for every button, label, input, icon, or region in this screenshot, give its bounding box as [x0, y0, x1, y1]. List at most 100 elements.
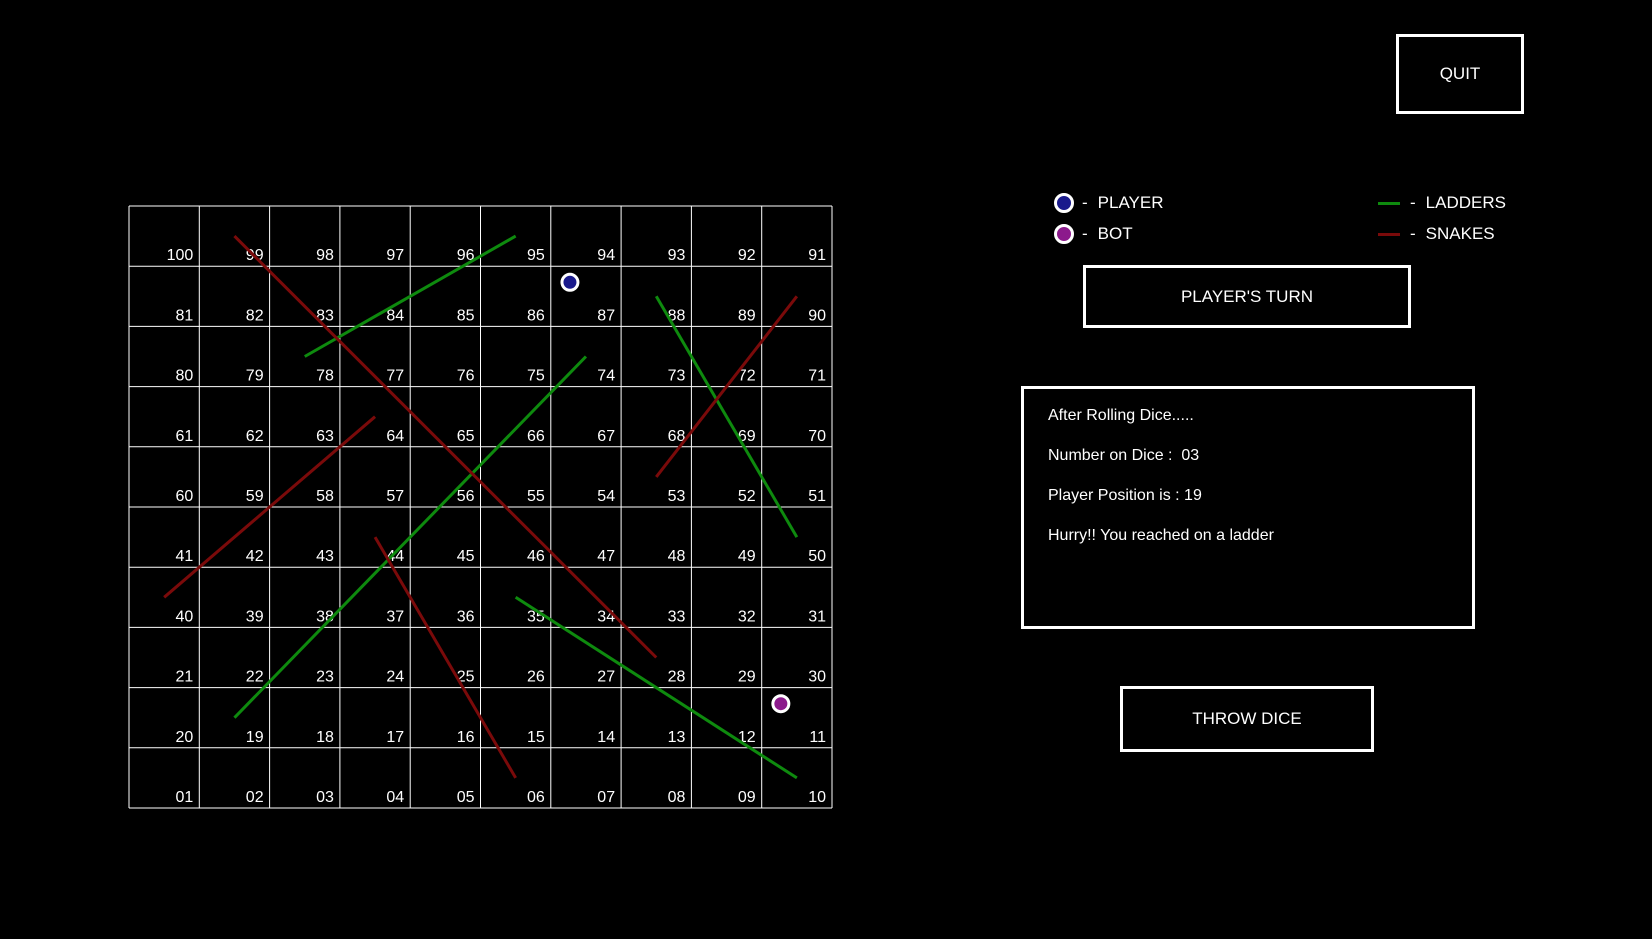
cell-number: 57 — [386, 488, 404, 505]
quit-button[interactable]: QUIT — [1396, 34, 1524, 114]
cell-number: 40 — [176, 608, 194, 625]
legend-separator: - — [1082, 224, 1088, 243]
cell-number: 76 — [457, 368, 475, 385]
cell-number: 16 — [457, 729, 475, 746]
legend-separator: - — [1410, 224, 1416, 243]
info-heading: After Rolling Dice..... — [1048, 407, 1194, 424]
legend-bot-label: BOT — [1097, 224, 1133, 243]
cell-number: 49 — [738, 548, 756, 565]
cell-number: 46 — [527, 548, 545, 565]
cell-number: 26 — [527, 669, 545, 686]
cell-number: 56 — [457, 488, 475, 505]
cell-number: 85 — [457, 307, 475, 324]
cell-number: 74 — [597, 368, 615, 385]
cell-number: 43 — [316, 548, 334, 565]
cell-number: 37 — [386, 608, 404, 625]
cell-number: 82 — [246, 307, 264, 324]
cell-number: 39 — [246, 608, 264, 625]
turn-indicator-button[interactable]: PLAYER'S TURN — [1083, 265, 1411, 328]
cell-number: 01 — [176, 789, 194, 806]
event-message-text: Hurry!! You reached on a ladder — [1048, 527, 1274, 544]
ladder-line-icon — [1378, 201, 1400, 205]
cell-number: 65 — [457, 428, 475, 445]
cell-number: 18 — [316, 729, 334, 746]
legend-bot: - BOT — [1054, 224, 1133, 244]
cell-number: 58 — [316, 488, 334, 505]
cell-number: 53 — [668, 488, 686, 505]
cell-number: 09 — [738, 789, 756, 806]
cell-number: 51 — [808, 488, 826, 505]
cell-number: 41 — [176, 548, 194, 565]
cell-number: 31 — [808, 608, 826, 625]
cell-number: 20 — [176, 729, 194, 746]
cell-number: 60 — [176, 488, 194, 505]
cell-number: 79 — [246, 368, 264, 385]
cell-number: 98 — [316, 247, 334, 264]
cell-numbers: 1009998979695949392918182838485868788899… — [167, 247, 827, 806]
cell-number: 30 — [808, 669, 826, 686]
legend-ladders-label: LADDERS — [1425, 193, 1506, 212]
cell-number: 70 — [808, 428, 826, 445]
cell-number: 03 — [316, 789, 334, 806]
cell-number: 29 — [738, 669, 756, 686]
cell-number: 91 — [808, 247, 826, 264]
cell-number: 94 — [597, 247, 615, 264]
legend-separator: - — [1082, 193, 1088, 212]
cell-number: 61 — [176, 428, 194, 445]
player-token-icon — [1054, 193, 1074, 213]
cell-number: 13 — [668, 729, 686, 746]
cell-number: 75 — [527, 368, 545, 385]
cell-number: 78 — [316, 368, 334, 385]
cell-number: 87 — [597, 307, 615, 324]
cell-number: 05 — [457, 789, 475, 806]
cell-number: 64 — [386, 428, 404, 445]
cell-number: 15 — [527, 729, 545, 746]
cell-number: 52 — [738, 488, 756, 505]
cell-number: 100 — [167, 247, 194, 264]
cell-number: 21 — [176, 669, 194, 686]
cell-number: 28 — [668, 669, 686, 686]
cell-number: 67 — [597, 428, 615, 445]
cell-number: 23 — [316, 669, 334, 686]
cell-number: 47 — [597, 548, 615, 565]
legend-snakes-label: SNAKES — [1425, 224, 1495, 243]
cell-number: 80 — [176, 368, 194, 385]
cell-number: 90 — [808, 307, 826, 324]
bot-token — [771, 694, 791, 714]
cell-number: 02 — [246, 789, 264, 806]
cell-number: 24 — [386, 669, 404, 686]
legend-player-label: PLAYER — [1097, 193, 1164, 212]
cell-number: 59 — [246, 488, 264, 505]
cell-number: 81 — [176, 307, 194, 324]
cell-number: 32 — [738, 608, 756, 625]
cell-number: 77 — [386, 368, 404, 385]
cell-number: 71 — [808, 368, 826, 385]
legend-snakes: - SNAKES — [1378, 224, 1495, 244]
cell-number: 22 — [246, 669, 264, 686]
cell-number: 86 — [527, 307, 545, 324]
cell-number: 66 — [527, 428, 545, 445]
cell-number: 48 — [668, 548, 686, 565]
cell-number: 06 — [527, 789, 545, 806]
dice-info-panel: After Rolling Dice..... Number on Dice :… — [1021, 386, 1475, 629]
dice-number-text: Number on Dice : 03 — [1048, 447, 1200, 464]
cell-number: 93 — [668, 247, 686, 264]
snake-line-icon — [1378, 232, 1400, 236]
cell-number: 45 — [457, 548, 475, 565]
cell-number: 42 — [246, 548, 264, 565]
legend-player: - PLAYER — [1054, 193, 1164, 213]
throw-dice-button[interactable]: THROW DICE — [1120, 686, 1374, 752]
cell-number: 10 — [808, 789, 826, 806]
cell-number: 50 — [808, 548, 826, 565]
cell-number: 36 — [457, 608, 475, 625]
cell-number: 19 — [246, 729, 264, 746]
cell-number: 33 — [668, 608, 686, 625]
bot-token-icon — [1054, 224, 1074, 244]
player-token — [560, 272, 580, 292]
cell-number: 55 — [527, 488, 545, 505]
cell-number: 62 — [246, 428, 264, 445]
cell-number: 08 — [668, 789, 686, 806]
cell-number: 63 — [316, 428, 334, 445]
player-position-text: Player Position is : 19 — [1048, 487, 1202, 504]
cell-number: 27 — [597, 669, 615, 686]
